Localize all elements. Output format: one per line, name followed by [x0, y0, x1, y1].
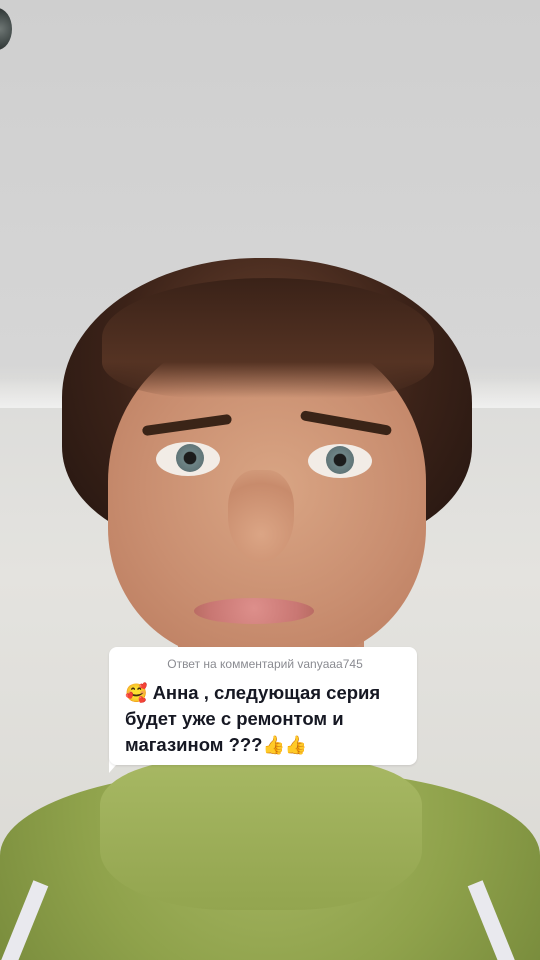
comment-line-2: будет уже с ремонтом и — [125, 708, 344, 729]
reply-comment-text: 🥰 Анна , следующая серия будет уже с рем… — [125, 680, 405, 758]
hair-fringe — [102, 278, 434, 398]
nose — [228, 470, 294, 562]
right-eye — [308, 444, 372, 478]
comment-line-3: магазином ??? — [125, 734, 263, 755]
comment-line-1: Анна , следующая серия — [152, 682, 381, 703]
wall-lamp — [0, 8, 12, 50]
smiling-face-with-hearts-icon: 🥰 — [125, 683, 148, 703]
video-frame[interactable]: Ответ на комментарий vanyaaa745 🥰 Анна ,… — [0, 0, 540, 960]
turtleneck-collar — [100, 760, 422, 910]
comment-reply-card[interactable]: Ответ на комментарий vanyaaa745 🥰 Анна ,… — [109, 647, 417, 765]
thumbs-up-icon: 👍👍 — [262, 735, 308, 755]
reply-header: Ответ на комментарий vanyaaa745 — [167, 657, 363, 671]
left-eye — [156, 442, 220, 476]
lips — [194, 598, 314, 624]
